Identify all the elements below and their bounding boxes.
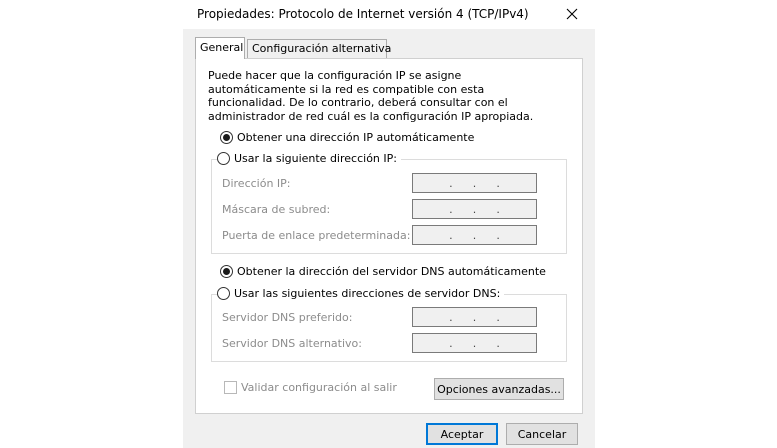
close-icon xyxy=(566,8,578,20)
preferred-dns-input[interactable]: ... xyxy=(412,307,537,327)
checkbox-label: Validar configuración al salir xyxy=(241,381,397,394)
default-gateway-label: Puerta de enlace predeterminada: xyxy=(222,229,411,242)
ip-dot: . xyxy=(496,176,500,190)
ip-dot: . xyxy=(496,310,500,324)
subnet-mask-label: Máscara de subred: xyxy=(222,203,331,216)
alternate-dns-input[interactable]: ... xyxy=(412,333,537,353)
ip-dot: . xyxy=(472,176,477,190)
radio-label: Usar la siguiente dirección IP: xyxy=(234,152,397,165)
ip-dot: . xyxy=(449,310,453,324)
preferred-dns-label: Servidor DNS preferido: xyxy=(222,311,353,324)
validate-on-exit-checkbox[interactable]: Validar configuración al salir xyxy=(224,381,397,394)
tcpipv4-properties-dialog: Propiedades: Protocolo de Internet versi… xyxy=(183,0,595,448)
ip-dot: . xyxy=(472,310,477,324)
ip-dot: . xyxy=(449,202,453,216)
alternate-dns-label: Servidor DNS alternativo: xyxy=(222,337,362,350)
checkbox-indicator xyxy=(224,381,237,394)
ip-dot: . xyxy=(496,202,500,216)
ip-dot: . xyxy=(472,202,477,216)
radio-indicator xyxy=(217,287,230,300)
radio-use-following-ip[interactable]: Usar la siguiente dirección IP: xyxy=(217,152,401,165)
radio-obtain-dns-automatically[interactable]: Obtener la dirección del servidor DNS au… xyxy=(220,265,550,278)
ok-button[interactable]: Aceptar xyxy=(426,423,498,445)
advanced-options-button[interactable]: Opciones avanzadas... xyxy=(434,378,564,400)
radio-label: Obtener una dirección IP automáticamente xyxy=(237,131,475,144)
ip-dot: . xyxy=(449,176,453,190)
radio-indicator xyxy=(217,152,230,165)
title-bar: Propiedades: Protocolo de Internet versi… xyxy=(183,0,595,29)
general-tab-panel: Puede hacer que la configuración IP se a… xyxy=(195,58,583,414)
ip-dot: . xyxy=(496,228,500,242)
ip-dot: . xyxy=(449,336,453,350)
ip-dot: . xyxy=(449,228,453,242)
close-button[interactable] xyxy=(561,2,583,26)
radio-label: Obtener la dirección del servidor DNS au… xyxy=(237,265,546,278)
description-text: Puede hacer que la configuración IP se a… xyxy=(208,69,534,123)
ip-address-input[interactable]: ... xyxy=(412,173,537,193)
tab-alternate-configuration[interactable]: Configuración alternativa xyxy=(247,39,391,58)
ip-dot: . xyxy=(472,336,477,350)
tab-general[interactable]: General xyxy=(195,37,245,59)
ip-dot: . xyxy=(472,228,477,242)
cancel-button[interactable]: Cancelar xyxy=(506,423,578,445)
radio-use-following-dns[interactable]: Usar las siguientes direcciones de servi… xyxy=(217,287,505,300)
radio-indicator xyxy=(220,131,233,144)
ip-dot: . xyxy=(496,336,500,350)
ip-address-label: Dirección IP: xyxy=(222,177,291,190)
radio-indicator xyxy=(220,265,233,278)
window-title: Propiedades: Protocolo de Internet versi… xyxy=(197,7,529,21)
default-gateway-input[interactable]: ... xyxy=(412,225,537,245)
radio-obtain-ip-automatically[interactable]: Obtener una dirección IP automáticamente xyxy=(220,131,479,144)
subnet-mask-input[interactable]: ... xyxy=(412,199,537,219)
radio-label: Usar las siguientes direcciones de servi… xyxy=(234,287,501,300)
